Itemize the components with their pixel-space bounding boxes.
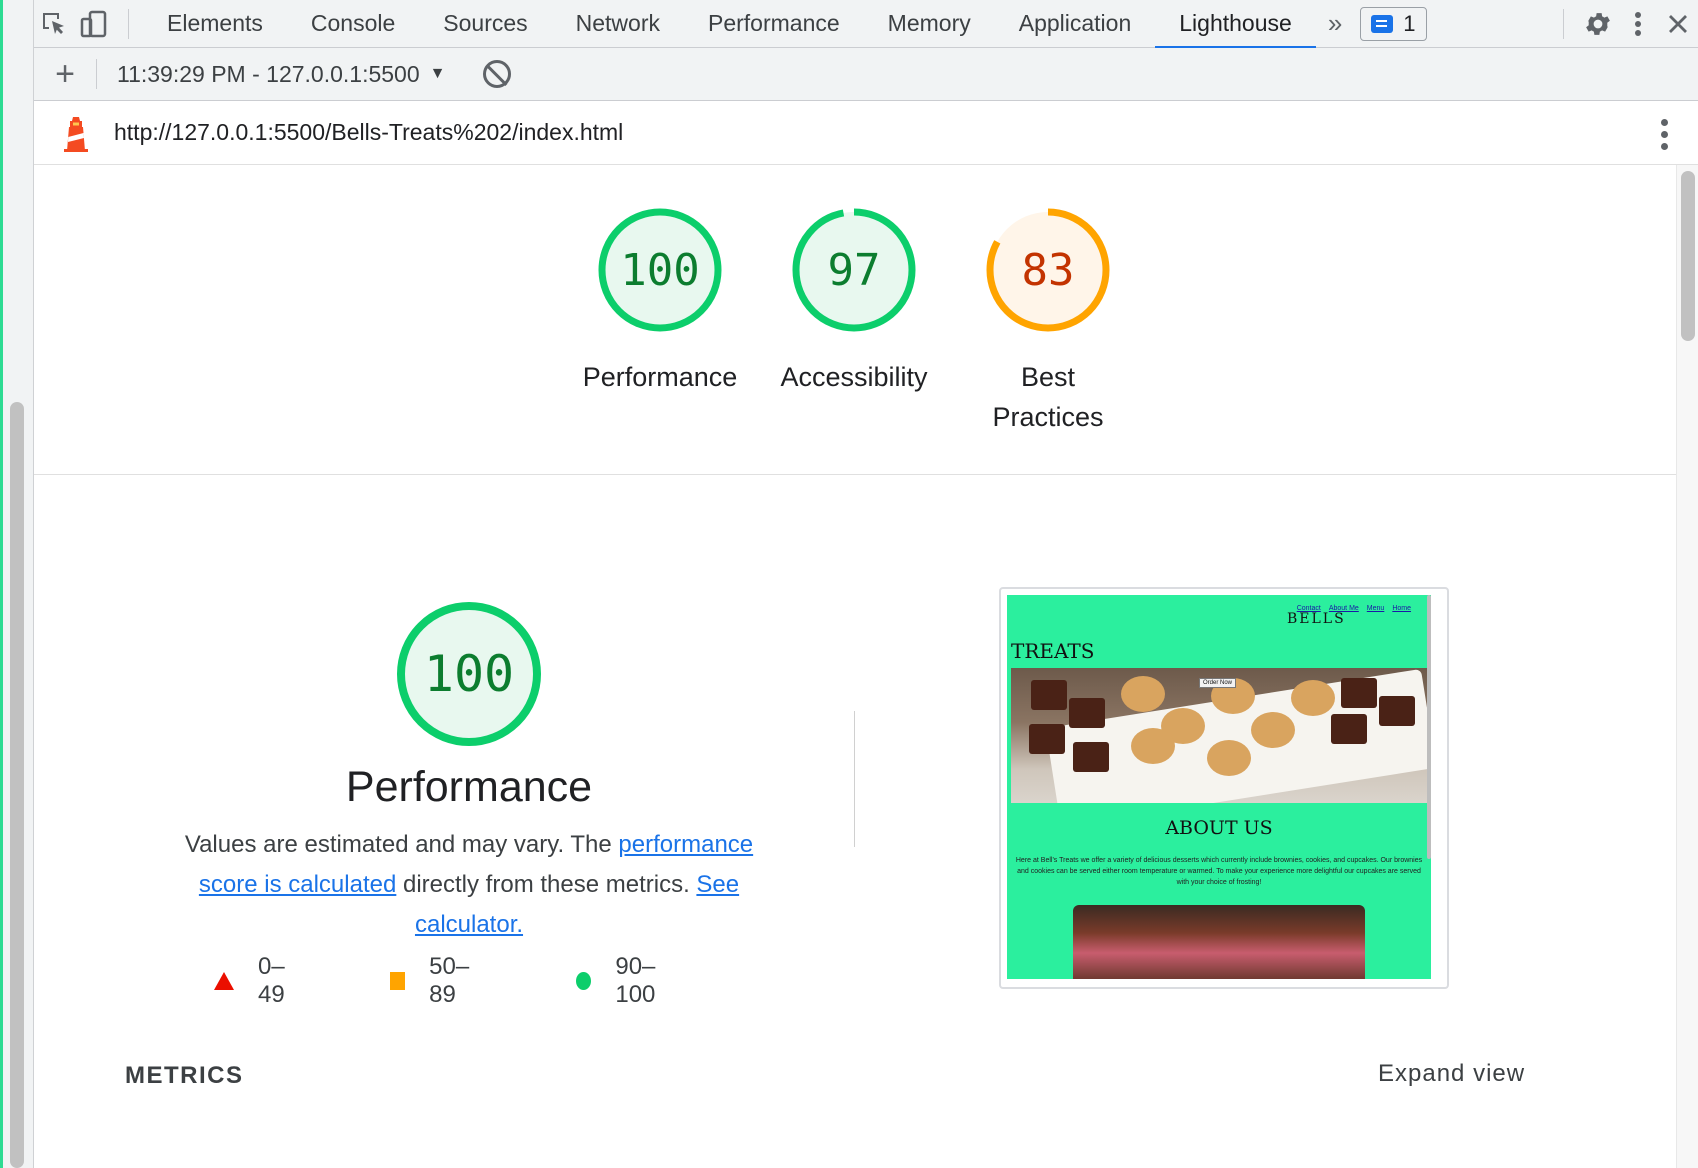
issues-badge[interactable]: 1 <box>1360 6 1427 41</box>
hero-brownie <box>1331 714 1367 744</box>
screenshot-about-text: Here at Bell's Treats we offer a variety… <box>1015 857 1423 886</box>
report-url: http://127.0.0.1:5500/Bells-Treats%202/i… <box>114 119 624 145</box>
tab-performance[interactable]: Performance <box>684 0 864 48</box>
summary-gauges: 100 Performance 97 Accessibility 83 Best… <box>34 165 1676 475</box>
hero-cookie <box>1121 676 1165 712</box>
legend-fail: 0–49 <box>214 953 298 1009</box>
toolbar-separator <box>96 59 97 89</box>
new-report-icon[interactable]: + <box>34 55 96 94</box>
report-selector[interactable]: 11:39:29 PM - 127.0.0.1:5500 ▼ <box>117 61 445 88</box>
legend-pass: 90–100 <box>576 953 682 1009</box>
performance-score-gauge: 100 <box>394 599 544 749</box>
report-url-bar: http://127.0.0.1:5500/Bells-Treats%202/i… <box>34 101 1698 165</box>
tab-network[interactable]: Network <box>552 0 684 48</box>
more-tabs-icon[interactable]: » <box>1316 8 1354 39</box>
screenshot-order-button: Order Now <box>1199 678 1237 688</box>
gauge-accessibility[interactable]: 97 Accessibility <box>759 205 949 397</box>
gauge-label: Performance <box>582 362 738 392</box>
nav-link: Menu <box>1366 605 1385 612</box>
performance-score: 100 <box>423 645 515 703</box>
legend-range: 90–100 <box>615 953 656 1008</box>
lighthouse-report: 100 Performance 97 Accessibility 83 Best… <box>34 165 1676 1168</box>
screenshot-scrollbar <box>1427 595 1431 859</box>
description-text: Values are estimated and may vary. The <box>184 831 619 858</box>
gauge-best-practices[interactable]: 83 Best Practices <box>953 205 1143 437</box>
tab-elements[interactable]: Elements <box>143 0 287 48</box>
gauge-label: Best Practices <box>992 362 1104 432</box>
hero-brownie <box>1073 742 1109 772</box>
gauge-score: 97 <box>827 244 881 296</box>
tab-application[interactable]: Application <box>995 0 1156 48</box>
hero-cookie <box>1131 728 1175 764</box>
performance-description: Values are estimated and may vary. The p… <box>169 825 769 945</box>
score-scale-legend: 0–49 50–89 90–100 <box>214 953 774 1009</box>
issues-message-icon <box>1371 14 1394 33</box>
tabbar-separator <box>128 8 129 39</box>
final-screenshot[interactable]: Contact About Me Menu Home BELLS TREATS <box>999 587 1449 989</box>
settings-gear-icon[interactable] <box>1578 4 1618 44</box>
report-scrollbar-thumb[interactable] <box>1681 171 1695 341</box>
clear-reports-icon[interactable] <box>483 60 512 88</box>
screenshot-brand: TREATS <box>1011 639 1095 663</box>
gauge-ring: 97 <box>789 205 919 335</box>
report-scrollbar[interactable] <box>1676 165 1698 1168</box>
legend-range: 0–49 <box>258 953 285 1008</box>
page-screenshot: Contact About Me Menu Home BELLS TREATS <box>1007 595 1431 979</box>
gauge-score: 100 <box>620 244 700 296</box>
issues-count: 1 <box>1403 10 1416 36</box>
gauge-score: 83 <box>1021 244 1075 296</box>
gauge-ring: 83 <box>983 205 1113 335</box>
circle-icon <box>576 972 592 990</box>
hero-cookie <box>1251 712 1295 748</box>
inspect-element-icon[interactable] <box>34 4 74 44</box>
tab-console[interactable]: Console <box>287 0 419 48</box>
tabbar-right-controls <box>1549 4 1698 44</box>
section-divider <box>854 711 855 847</box>
tab-lighthouse[interactable]: Lighthouse <box>1155 0 1316 49</box>
hero-brownie <box>1031 680 1067 710</box>
report-selector-value: 11:39:29 PM - 127.0.0.1:5500 <box>117 60 420 87</box>
lighthouse-logo-icon <box>60 113 92 153</box>
hero-cookie <box>1291 680 1335 716</box>
customize-menu-icon[interactable] <box>1618 4 1658 44</box>
legend-average: 50–89 <box>390 953 484 1009</box>
tab-memory[interactable]: Memory <box>864 0 995 48</box>
page-accent-line <box>0 0 3 1168</box>
square-icon <box>390 972 406 990</box>
devtools-tabbar: Elements Console Sources Network Perform… <box>34 0 1698 49</box>
gauge-ring: 100 <box>595 205 725 335</box>
left-panel-edge <box>0 0 34 1168</box>
report-menu-icon[interactable] <box>1660 119 1668 150</box>
screenshot-hero-image <box>1011 668 1427 803</box>
hero-brownie <box>1069 698 1105 728</box>
gauge-performance[interactable]: 100 Performance <box>565 205 755 397</box>
hero-brownie <box>1341 678 1377 708</box>
tabbar-separator-right <box>1563 8 1564 39</box>
hero-brownie <box>1379 696 1415 726</box>
close-devtools-icon[interactable] <box>1658 4 1698 44</box>
screenshot-brand-top: BELLS <box>1287 611 1346 627</box>
screenshot-cupcakes-image <box>1073 905 1365 979</box>
nav-link: Home <box>1392 605 1411 612</box>
lighthouse-toolbar: + 11:39:29 PM - 127.0.0.1:5500 ▼ <box>34 48 1698 101</box>
device-toolbar-icon[interactable] <box>74 4 114 44</box>
gauge-label: Accessibility <box>780 362 928 392</box>
left-scrollbar-thumb[interactable] <box>10 402 24 1168</box>
hero-cookie <box>1207 740 1251 776</box>
performance-title: Performance <box>345 763 593 811</box>
description-text-middle: directly from these metrics. <box>396 871 697 898</box>
hero-brownie <box>1029 724 1065 754</box>
tab-sources[interactable]: Sources <box>419 0 551 48</box>
chevron-down-icon: ▼ <box>429 65 446 82</box>
triangle-icon <box>214 972 234 990</box>
legend-range: 50–89 <box>429 953 470 1008</box>
metrics-heading: METRICS <box>125 1062 244 1089</box>
expand-view-toggle[interactable]: Expand view <box>1378 1060 1525 1088</box>
screenshot-about-heading: ABOUT US <box>1165 817 1273 839</box>
